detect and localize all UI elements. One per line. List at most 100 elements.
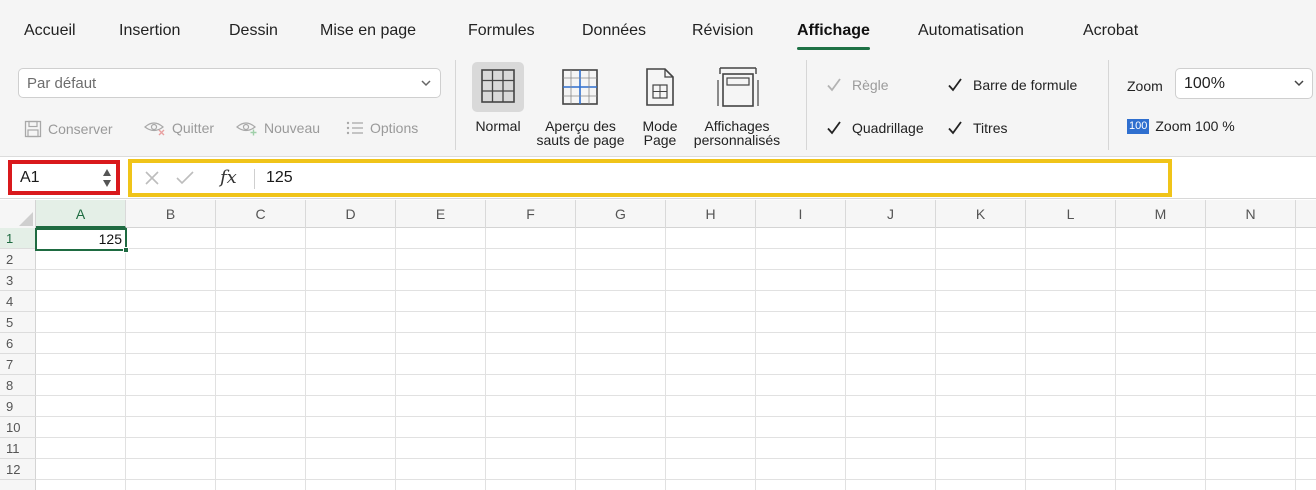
zoom-select[interactable]: 100% — [1175, 68, 1313, 99]
spinner-arrows-icon[interactable] — [102, 166, 112, 190]
row-header-12[interactable]: 12 — [0, 459, 36, 480]
column-header-n[interactable]: N — [1206, 200, 1296, 228]
row-header-3[interactable]: 3 — [0, 270, 36, 291]
formula-divider — [254, 169, 255, 189]
column-header-e[interactable]: E — [396, 200, 486, 228]
column-header-c[interactable]: C — [216, 200, 306, 228]
column-header-f[interactable]: F — [486, 200, 576, 228]
sheet-view-value: Par défaut — [27, 75, 97, 92]
column-header-d[interactable]: D — [306, 200, 396, 228]
row-header-1[interactable]: 1 — [0, 228, 36, 249]
keep-view-label: Conserver — [48, 121, 113, 137]
custom-views-button[interactable]: Affichages personnalisés — [686, 62, 788, 162]
formula-bar[interactable]: fx 125 — [128, 159, 1172, 197]
row-header-7[interactable]: 7 — [0, 354, 36, 375]
tab-revision[interactable]: Révision — [692, 22, 753, 40]
grid-vline — [215, 228, 216, 490]
tab-acrobat[interactable]: Acrobat — [1083, 22, 1138, 40]
zoom-value: 100% — [1184, 75, 1225, 92]
grid-hline — [36, 353, 1316, 354]
grid-vline — [1295, 228, 1296, 490]
ribbon-separator — [1108, 60, 1109, 150]
column-header-k[interactable]: K — [936, 200, 1026, 228]
column-header-l[interactable]: L — [1026, 200, 1116, 228]
column-header-j[interactable]: J — [846, 200, 936, 228]
row-header-2[interactable]: 2 — [0, 249, 36, 270]
new-view-button[interactable]: Nouveau — [236, 120, 320, 136]
custom-views-icon — [717, 67, 759, 107]
exit-view-button[interactable]: Quitter — [144, 120, 214, 136]
page-break-preview-label-line2: sauts de page — [536, 132, 625, 148]
grid-vline — [845, 228, 846, 490]
zoom-100-button[interactable]: 100 Zoom 100 % — [1127, 118, 1235, 134]
column-header-a[interactable]: A — [36, 200, 126, 228]
normal-view-selected-bg — [472, 62, 524, 112]
custom-views-label: Affichages personnalisés — [686, 119, 788, 147]
gridlines-checkbox[interactable]: Quadrillage — [826, 120, 924, 136]
row-header-6[interactable]: 6 — [0, 333, 36, 354]
row-header-5[interactable]: 5 — [0, 312, 36, 333]
normal-view-label: Normal — [475, 118, 521, 134]
column-header-g[interactable]: G — [576, 200, 666, 228]
fill-handle[interactable] — [123, 247, 129, 253]
checkmark-icon — [827, 121, 841, 135]
grid-vline — [1025, 228, 1026, 490]
row-header-4[interactable]: 4 — [0, 291, 36, 312]
tab-accueil[interactable]: Accueil — [24, 22, 76, 40]
grid-vline — [935, 228, 936, 490]
grid-vline — [485, 228, 486, 490]
page-break-preview-label: Aperçu des sauts de page — [533, 119, 628, 147]
column-header-b[interactable]: B — [126, 200, 216, 228]
row-header-11[interactable]: 11 — [0, 438, 36, 459]
name-box-value: A1 — [20, 169, 40, 186]
sheet-view-select[interactable]: Par défaut — [18, 68, 441, 98]
eye-add-icon — [236, 122, 257, 136]
row-header-8[interactable]: 8 — [0, 375, 36, 396]
ruler-checkbox[interactable]: Règle — [826, 77, 889, 93]
headings-checkbox[interactable]: Titres — [947, 120, 1007, 136]
row-header-9[interactable]: 9 — [0, 396, 36, 417]
column-header-i[interactable]: I — [756, 200, 846, 228]
page-break-preview-button[interactable]: Aperçu des sauts de page — [533, 62, 628, 162]
name-box[interactable]: A1 — [8, 160, 120, 195]
cancel-icon[interactable] — [144, 170, 160, 186]
tab-insertion[interactable]: Insertion — [119, 22, 180, 40]
grid-vline — [665, 228, 666, 490]
chevron-down-icon — [1294, 80, 1304, 87]
grid-vline — [305, 228, 306, 490]
tab-donnees[interactable]: Données — [582, 22, 646, 40]
row-header-10[interactable]: 10 — [0, 417, 36, 438]
tab-formules[interactable]: Formules — [468, 22, 535, 40]
formula-bar-checkbox[interactable]: Barre de formule — [947, 77, 1077, 93]
checkmark-icon — [948, 78, 962, 92]
zoom-label: Zoom — [1127, 78, 1163, 94]
active-cell-a1[interactable]: 125 — [35, 228, 129, 253]
grid-vline — [1115, 228, 1116, 490]
zoom-100-label: Zoom 100 % — [1155, 118, 1235, 134]
function-icon[interactable]: fx — [220, 167, 237, 188]
column-header-h[interactable]: H — [666, 200, 756, 228]
page-break-icon — [562, 69, 598, 105]
view-options-button[interactable]: Options — [346, 120, 418, 136]
cells-area[interactable] — [36, 228, 1316, 490]
grid-hline — [36, 458, 1316, 459]
grid-hline — [36, 290, 1316, 291]
normal-view-button[interactable]: Normal — [470, 62, 530, 162]
confirm-icon[interactable] — [176, 171, 194, 185]
headings-label: Titres — [973, 120, 1008, 136]
chevron-down-icon — [421, 80, 431, 87]
column-header-m[interactable]: M — [1116, 200, 1206, 228]
keep-view-button[interactable]: Conserver — [24, 120, 113, 138]
tab-dessin[interactable]: Dessin — [229, 22, 278, 40]
formula-content[interactable]: 125 — [266, 169, 293, 187]
page-layout-icon — [646, 68, 674, 106]
new-view-label: Nouveau — [264, 120, 321, 136]
spreadsheet-grid[interactable]: ABCDEFGHIJKLMN 1 2 3 4 5 6 7 8 9 10 11 12 — [0, 200, 1316, 490]
select-all-corner[interactable] — [0, 200, 36, 228]
page-layout-button[interactable]: Mode Page — [636, 62, 684, 162]
tab-mise-en-page[interactable]: Mise en page — [320, 22, 416, 40]
ribbon-separator — [806, 60, 807, 150]
tab-automatisation[interactable]: Automatisation — [918, 22, 1024, 40]
tab-affichage[interactable]: Affichage — [797, 22, 870, 50]
grid-hline — [36, 311, 1316, 312]
